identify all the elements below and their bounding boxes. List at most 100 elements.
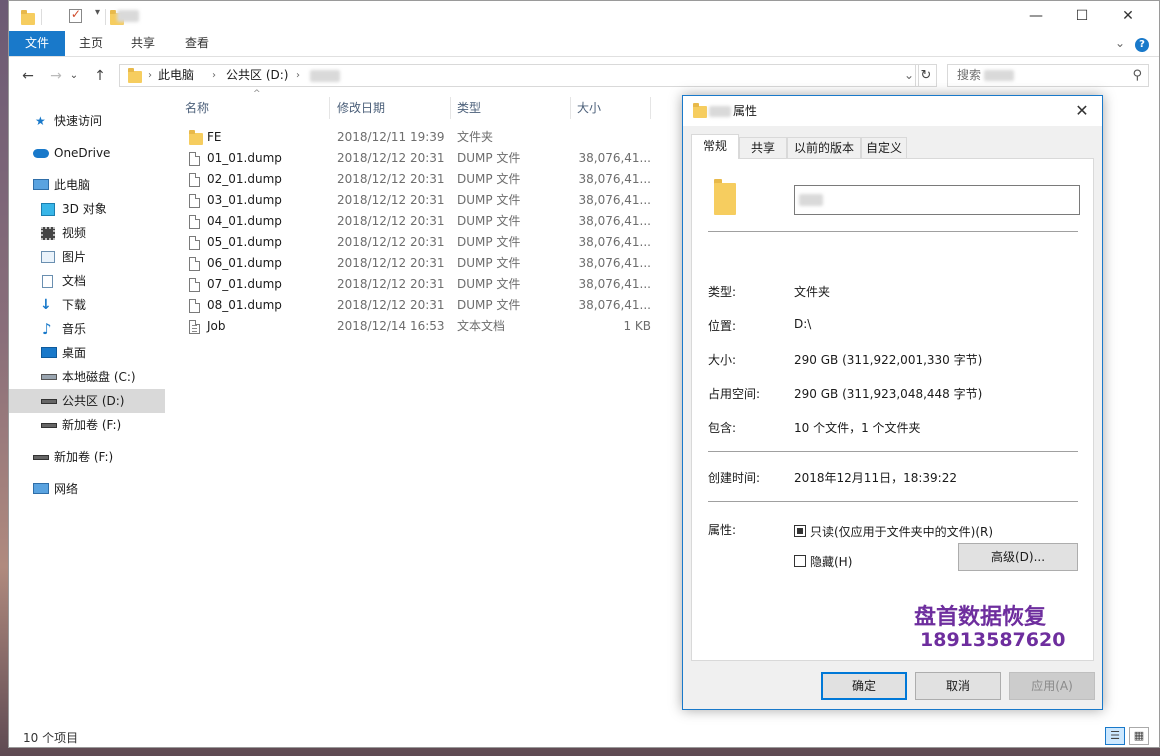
- file-icon: [189, 215, 200, 229]
- contains-label: 包含:: [708, 421, 737, 435]
- divider: [708, 451, 1078, 452]
- nav-item-downloads[interactable]: ↓ 下载: [9, 293, 165, 317]
- column-divider[interactable]: [329, 97, 330, 119]
- close-button[interactable]: ✕: [1105, 1, 1151, 31]
- file-size: 38,076,41...: [578, 298, 651, 312]
- customize-toolbar-icon[interactable]: ▾: [95, 7, 100, 23]
- file-row[interactable]: 03_01.dump 2018/12/12 20:31 DUMP 文件 38,0…: [179, 190, 659, 211]
- column-header-modified[interactable]: 修改日期: [337, 97, 447, 119]
- ok-button[interactable]: 确定: [821, 672, 907, 700]
- address-dropdown-icon[interactable]: ⌄: [904, 65, 914, 86]
- file-name: 01_01.dump: [207, 151, 282, 165]
- folder-icon: [128, 68, 142, 83]
- column-header-size[interactable]: 大小: [577, 97, 647, 119]
- nav-item-videos[interactable]: 视频: [9, 221, 165, 245]
- maximize-button[interactable]: ☐: [1059, 1, 1105, 31]
- apply-button[interactable]: 应用(A): [1009, 672, 1095, 700]
- column-divider[interactable]: [650, 97, 651, 119]
- cancel-button[interactable]: 取消: [915, 672, 1001, 700]
- tab-previous-versions[interactable]: 以前的版本: [787, 137, 861, 158]
- hidden-label[interactable]: 隐藏(H): [810, 553, 852, 570]
- search-input[interactable]: 搜索 ⚲: [947, 64, 1149, 87]
- file-name: 02_01.dump: [207, 172, 282, 186]
- hidden-checkbox[interactable]: [794, 555, 806, 567]
- nav-item-drive-c[interactable]: 本地磁盘 (C:): [9, 365, 165, 389]
- file-icon: [189, 173, 200, 187]
- search-location: [984, 70, 1014, 81]
- nav-item-pictures[interactable]: 图片: [9, 245, 165, 269]
- details-view-button[interactable]: ☰: [1105, 727, 1125, 745]
- nav-item-label: 网络: [54, 482, 79, 496]
- recent-locations-button[interactable]: ⌄: [67, 65, 81, 87]
- file-name: FE: [207, 130, 222, 144]
- refresh-button[interactable]: ↻: [915, 64, 937, 87]
- tab-share[interactable]: 共享: [121, 31, 165, 56]
- tab-home[interactable]: 主页: [69, 31, 113, 56]
- column-divider[interactable]: [450, 97, 451, 119]
- column-header-name[interactable]: 名称: [185, 97, 335, 119]
- nav-item-label: 新加卷 (F:): [62, 418, 122, 432]
- file-size: 38,076,41...: [578, 193, 651, 207]
- nav-item-this-pc[interactable]: 此电脑: [9, 173, 165, 197]
- breadcrumb-this-pc[interactable]: 此电脑: [158, 65, 194, 86]
- text-file-icon: [189, 320, 200, 334]
- file-icon: [189, 278, 200, 292]
- tab-customize[interactable]: 自定义: [861, 137, 907, 158]
- drive-icon: [41, 399, 57, 404]
- breadcrumb-current[interactable]: [310, 70, 340, 82]
- file-icon: [189, 257, 200, 271]
- tab-file[interactable]: 文件: [9, 31, 65, 56]
- file-size: 38,076,41...: [578, 172, 651, 186]
- file-row-job[interactable]: Job 2018/12/14 16:53 文本文档 1 KB: [179, 316, 659, 337]
- ribbon-collapse-icon[interactable]: ⌄: [1111, 31, 1129, 56]
- column-header-type[interactable]: 类型: [457, 97, 567, 119]
- tab-general[interactable]: 常规: [691, 134, 739, 159]
- network-icon: [33, 483, 49, 494]
- location-value: D:\: [794, 317, 812, 331]
- search-placeholder: 搜索: [957, 68, 982, 82]
- file-row[interactable]: 07_01.dump 2018/12/12 20:31 DUMP 文件 38,0…: [179, 274, 659, 295]
- help-icon[interactable]: ?: [1135, 38, 1149, 52]
- nav-item-quick-access[interactable]: ★ 快速访问: [9, 109, 165, 133]
- nav-item-drive-f-root[interactable]: 新加卷 (F:): [9, 445, 165, 469]
- file-row[interactable]: 01_01.dump 2018/12/12 20:31 DUMP 文件 38,0…: [179, 148, 659, 169]
- file-row[interactable]: 04_01.dump 2018/12/12 20:31 DUMP 文件 38,0…: [179, 211, 659, 232]
- file-row-fe[interactable]: FE 2018/12/11 19:39 文件夹: [179, 127, 659, 148]
- large-icons-view-button[interactable]: ▦: [1129, 727, 1149, 745]
- file-icon: [189, 194, 200, 208]
- up-button[interactable]: ↑: [89, 65, 111, 87]
- file-row[interactable]: 08_01.dump 2018/12/12 20:31 DUMP 文件 38,0…: [179, 295, 659, 316]
- dialog-title-bar: 属性 ✕: [683, 96, 1102, 126]
- back-button[interactable]: ←: [17, 65, 39, 87]
- file-name: Job: [207, 319, 226, 333]
- breadcrumb-drive-d[interactable]: 公共区 (D:): [226, 65, 288, 86]
- readonly-label[interactable]: 只读(仅应用于文件夹中的文件)(R): [810, 523, 993, 540]
- properties-icon[interactable]: [68, 7, 82, 23]
- nav-item-label: 视频: [62, 226, 87, 240]
- file-row[interactable]: 05_01.dump 2018/12/12 20:31 DUMP 文件 38,0…: [179, 232, 659, 253]
- file-row[interactable]: 02_01.dump 2018/12/12 20:31 DUMP 文件 38,0…: [179, 169, 659, 190]
- nav-item-drive-f[interactable]: 新加卷 (F:): [9, 413, 165, 437]
- divider: [708, 501, 1078, 502]
- nav-item-onedrive[interactable]: OneDrive: [9, 141, 165, 165]
- folder-name-input[interactable]: [794, 185, 1080, 215]
- nav-item-drive-d[interactable]: 公共区 (D:): [9, 389, 165, 413]
- file-row[interactable]: 06_01.dump 2018/12/12 20:31 DUMP 文件 38,0…: [179, 253, 659, 274]
- advanced-button[interactable]: 高级(D)...: [958, 543, 1078, 571]
- nav-item-network[interactable]: 网络: [9, 477, 165, 501]
- address-bar[interactable]: › 此电脑 › 公共区 (D:) › ⌄: [119, 64, 919, 87]
- minimize-button[interactable]: —: [1013, 1, 1059, 31]
- forward-button[interactable]: →: [45, 65, 67, 87]
- readonly-checkbox[interactable]: [794, 525, 806, 537]
- disk-size-value: 290 GB (311,923,048,448 字节): [794, 387, 983, 401]
- nav-item-desktop[interactable]: 桌面: [9, 341, 165, 365]
- tab-view[interactable]: 查看: [175, 31, 219, 56]
- dialog-close-button[interactable]: ✕: [1068, 96, 1096, 126]
- nav-item-label: 文档: [62, 274, 87, 288]
- nav-item-3d-objects[interactable]: 3D 对象: [9, 197, 165, 221]
- general-panel: 类型: 文件夹 位置: D:\ 大小: 290 GB (311,922,001,…: [691, 158, 1094, 661]
- tab-sharing[interactable]: 共享: [739, 137, 787, 158]
- nav-item-music[interactable]: ♪ 音乐: [9, 317, 165, 341]
- nav-item-documents[interactable]: 文档: [9, 269, 165, 293]
- column-divider[interactable]: [570, 97, 571, 119]
